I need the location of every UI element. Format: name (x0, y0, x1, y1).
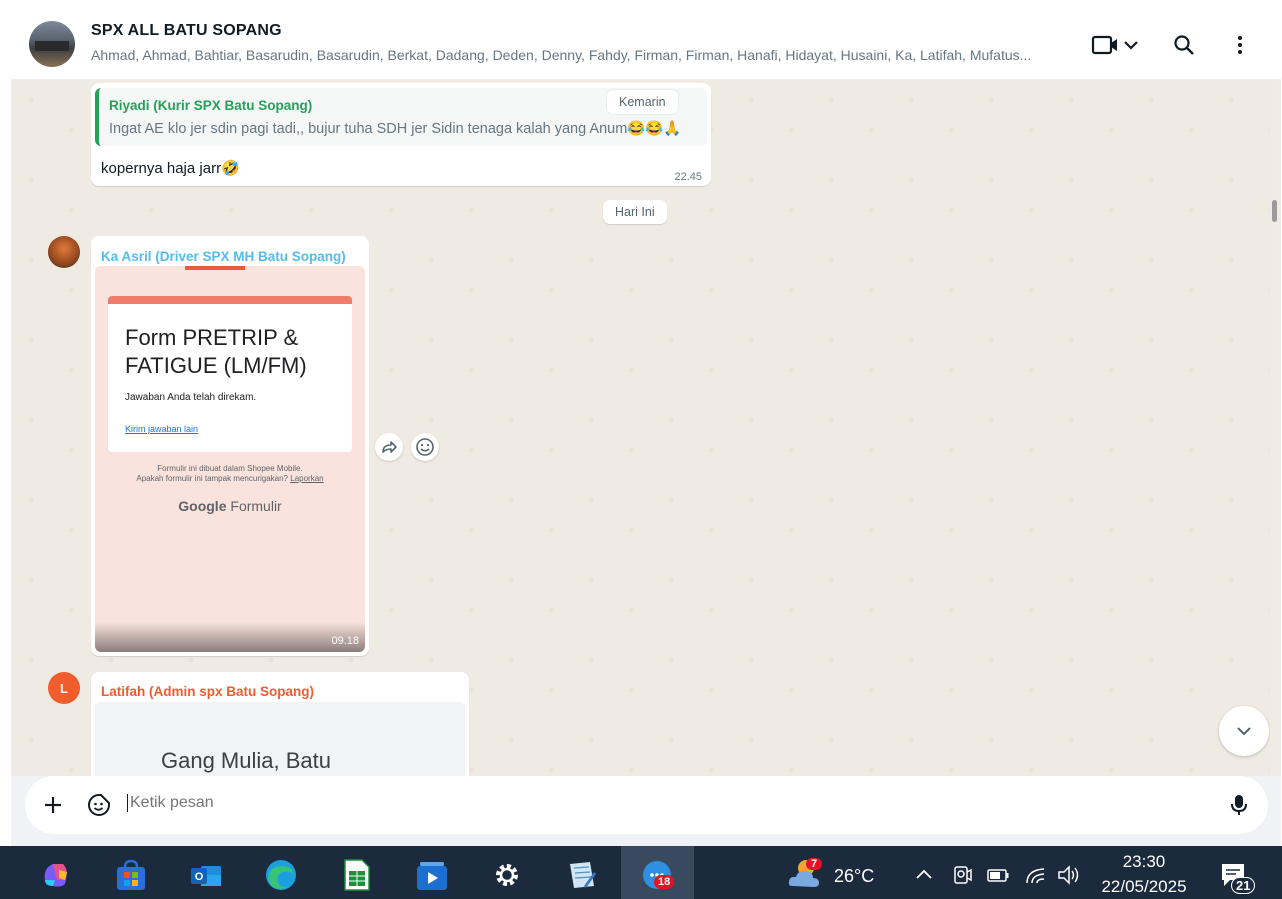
wifi-icon (1026, 868, 1045, 884)
form-footer-line2: Apakah formulir ini tampak mencurigakan?… (95, 474, 365, 484)
form-footer-question: Apakah formulir ini tampak mencurigakan? (136, 474, 289, 483)
weather-temp[interactable]: 26°C (834, 866, 874, 887)
brand-formulir: Formulir (230, 498, 282, 514)
search-icon (1174, 35, 1194, 55)
message-bubble-location[interactable]: Latifah (Admin spx Batu Sopang) Gang Mul… (91, 672, 469, 776)
taskbar-settings[interactable] (490, 858, 524, 892)
tray-overflow-button[interactable] (912, 858, 936, 892)
brand-google: Google (178, 498, 227, 514)
clock[interactable]: 23:30 22/05/2025 (1092, 852, 1196, 897)
chat-area[interactable]: Riyadi (Kurir SPX Batu Sopang) Ingat AE … (11, 80, 1270, 776)
form-card-inner: Form PRETRIP & FATIGUE (LM/FM) Jawaban A… (108, 296, 352, 452)
quoted-date-pill: Kemarin (606, 89, 679, 115)
clock-date: 22/05/2025 (1101, 877, 1187, 896)
attach-button[interactable] (41, 793, 65, 817)
sender-name[interactable]: Latifah (Admin spx Batu Sopang) (101, 684, 314, 699)
sender-name[interactable]: Ka Asril (Driver SPX MH Batu Sopang) (101, 249, 346, 264)
spreadsheet-icon (344, 859, 370, 891)
group-avatar[interactable] (29, 21, 75, 67)
quoted-author: Riyadi (Kurir SPX Batu Sopang) (109, 98, 313, 113)
message-time: 09.18 (331, 635, 359, 647)
windows-taskbar: O 18 7 26°C 23:30 22/05/2025 21 (0, 846, 1282, 899)
voice-message-button[interactable] (1226, 792, 1252, 818)
location-text: Gang Mulia, Batu (161, 748, 331, 773)
form-link: Kirim jawaban lain (125, 424, 199, 434)
group-members[interactable]: Ahmad, Ahmad, Bahtiar, Basarudin, Basaru… (91, 47, 1051, 63)
scrollbar-thumb[interactable] (1272, 200, 1277, 222)
svg-text:O: O (195, 871, 204, 883)
form-subtitle: Jawaban Anda telah direkam. (125, 392, 257, 403)
scroll-to-bottom-button[interactable] (1219, 706, 1269, 756)
video-call-button[interactable] (1091, 31, 1141, 59)
edge-icon (266, 860, 296, 890)
chat-header[interactable]: SPX ALL BATU SOPANG Ahmad, Ahmad, Bahtia… (11, 7, 1281, 80)
avatar-letter: L (60, 680, 68, 696)
date-divider: Hari Ini (603, 200, 667, 224)
google-forms-brand: Google Formulir (95, 498, 365, 514)
image-shade (95, 622, 365, 652)
message-input[interactable] (127, 794, 1127, 812)
taskbar-store[interactable] (114, 858, 148, 892)
message-text: kopernya haja jarr🤣 (101, 160, 240, 177)
clock-time: 23:30 (1122, 852, 1166, 871)
tray-meet-now[interactable] (950, 858, 974, 892)
taskbar-notepad[interactable] (564, 858, 598, 892)
message-time: 22.45 (674, 171, 702, 183)
message-bubble-form[interactable]: Ka Asril (Driver SPX MH Batu Sopang) For… (91, 236, 369, 656)
microphone-icon (1231, 795, 1247, 815)
copilot-icon (44, 864, 67, 887)
chevron-down-icon (1237, 727, 1251, 736)
spx-logo-strip (185, 266, 245, 270)
react-button[interactable] (411, 433, 439, 461)
composer[interactable] (25, 776, 1268, 834)
forward-button[interactable] (375, 433, 403, 461)
group-title[interactable]: SPX ALL BATU SOPANG (91, 22, 282, 40)
sticker-icon (88, 794, 110, 816)
form-title: Form PRETRIP & FATIGUE (LM/FM) (125, 325, 307, 378)
store-icon (117, 859, 145, 890)
window-left-edge (0, 0, 11, 846)
taskbar-outlook[interactable]: O (189, 858, 223, 892)
battery-icon (987, 869, 1009, 882)
gear-icon (496, 864, 518, 886)
video-camera-icon (1091, 35, 1138, 55)
weather-badge: 7 (806, 858, 823, 870)
speaker-icon (1058, 865, 1079, 885)
taskbar-spreadsheet[interactable] (340, 858, 374, 892)
form-report-link: Laporkan (290, 474, 324, 483)
form-image[interactable]: Form PRETRIP & FATIGUE (LM/FM) Jawaban A… (95, 266, 365, 652)
camera-tray-icon (954, 866, 972, 884)
smiley-icon (416, 438, 434, 456)
taskbar-copilot[interactable] (39, 858, 73, 892)
tray-wifi[interactable] (1023, 858, 1049, 892)
plus-icon (45, 797, 61, 813)
whatsapp-badge: 18 (654, 875, 675, 889)
sender-avatar-latifah[interactable]: L (48, 672, 80, 704)
search-button[interactable] (1170, 31, 1198, 59)
outlook-icon: O (191, 866, 221, 886)
forward-icon (382, 441, 397, 453)
tray-volume[interactable] (1056, 858, 1082, 892)
form-footer-line1: Formulir ini dibuat dalam Shopee Mobile. (157, 464, 303, 473)
taskbar-edge[interactable] (264, 858, 298, 892)
taskbar-media-player[interactable] (415, 858, 449, 892)
kebab-menu-icon (1238, 36, 1242, 54)
form-footer: Formulir ini dibuat dalam Shopee Mobile.… (95, 464, 365, 484)
menu-button[interactable] (1226, 31, 1254, 59)
media-player-icon (417, 862, 447, 890)
location-preview[interactable]: Gang Mulia, Batu (95, 702, 465, 776)
message-bubble-reply[interactable]: Riyadi (Kurir SPX Batu Sopang) Ingat AE … (91, 83, 711, 186)
quoted-text: Ingat AE klo jer sdin pagi tadi,, bujur … (109, 121, 682, 137)
sender-avatar-ka-asril[interactable] (48, 236, 80, 268)
tray-battery[interactable] (985, 858, 1011, 892)
notepad-icon (570, 862, 596, 888)
sticker-button[interactable] (86, 792, 112, 818)
notification-count: 21 (1231, 877, 1256, 894)
chevron-up-icon (916, 869, 932, 879)
chat-scrollbar[interactable] (1270, 80, 1281, 776)
